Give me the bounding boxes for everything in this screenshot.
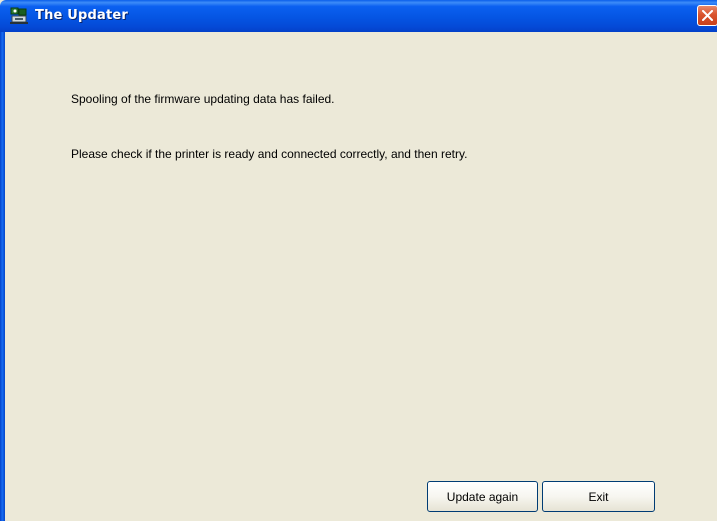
error-message: Spooling of the firmware updating data h… xyxy=(71,92,335,106)
exit-button[interactable]: Exit xyxy=(542,481,655,512)
title-bar[interactable]: The Updater xyxy=(0,0,717,32)
window-title: The Updater xyxy=(35,8,129,23)
window-left-border xyxy=(0,32,5,521)
printer-updater-icon xyxy=(9,7,29,25)
update-again-button[interactable]: Update again xyxy=(427,481,538,512)
updater-window: The Updater Spooling of the firmware upd… xyxy=(0,0,717,521)
close-button[interactable] xyxy=(697,5,717,26)
close-icon xyxy=(702,10,713,21)
instruction-message: Please check if the printer is ready and… xyxy=(71,147,468,161)
